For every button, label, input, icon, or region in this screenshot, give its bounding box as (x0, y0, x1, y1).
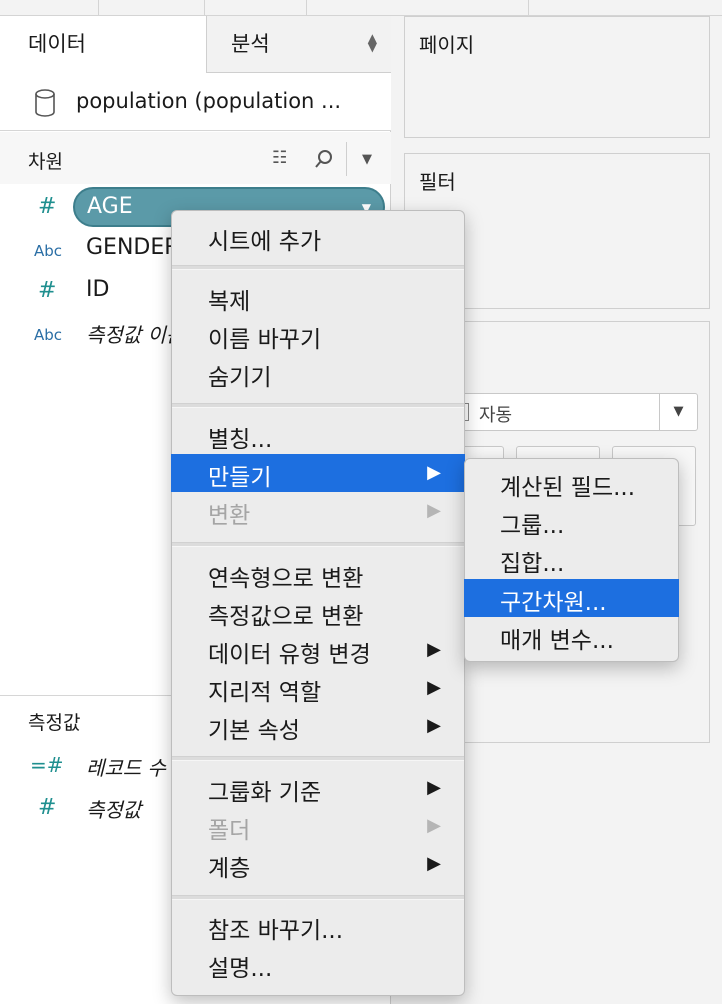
dimensions-title: 차원 (28, 151, 63, 173)
menu-item-group-by[interactable]: 그룹화 기준 ▶ (171, 769, 465, 807)
submenu-item-calculated-field[interactable]: 계산된 필드... (464, 464, 679, 502)
menu-item-replace-references[interactable]: 참조 바꾸기... (171, 907, 465, 945)
submenu-item-group[interactable]: 그룹... (464, 502, 679, 540)
menu-item-convert-measure[interactable]: 측정값으로 변환 (171, 593, 465, 631)
field-name: 레코드 수 (86, 756, 166, 780)
menu-item-label: 참조 바꾸기... (208, 918, 344, 944)
menu-item-label: 숨기기 (208, 365, 272, 391)
datasource-row[interactable]: population (population ... (0, 73, 391, 131)
menu-separator (172, 265, 464, 270)
menu-item-geographic-role[interactable]: 지리적 역할 ▶ (171, 669, 465, 707)
string-type-icon: Abc (34, 242, 63, 260)
tab-data[interactable]: 데이터 (0, 16, 206, 73)
menu-item-label: 연속형으로 변환 (208, 566, 364, 592)
menu-item-label: 데이터 유형 변경 (208, 642, 371, 668)
menu-item-label: 이름 바꾸기 (208, 327, 322, 353)
pages-shelf[interactable]: 페이지 (404, 16, 710, 138)
updown-arrows-icon[interactable]: ▲ ▼ (368, 32, 377, 53)
menu-item-create[interactable]: 만들기 ▶ (171, 454, 465, 492)
menu-separator (172, 403, 464, 408)
menu-item-hierarchy[interactable]: 계층 ▶ (171, 845, 465, 883)
toolbar-divider (98, 0, 99, 16)
menu-item-label: 기본 속성 (208, 718, 300, 744)
datasource-name: population (population ... (76, 89, 342, 113)
list-view-icon[interactable]: ☷ (272, 148, 287, 168)
menu-item-label: 복제 (208, 289, 251, 315)
menu-item-aliases[interactable]: 별칭... (171, 416, 465, 454)
menu-item-label: 설명... (208, 956, 273, 982)
menu-item-default-properties[interactable]: 기본 속성 ▶ (171, 707, 465, 745)
menu-item-duplicate[interactable]: 복제 (171, 278, 465, 316)
submenu-arrow-icon: ▶ (427, 853, 441, 874)
menu-item-change-data-type[interactable]: 데이터 유형 변경 ▶ (171, 631, 465, 669)
toolbar-divider (306, 0, 307, 16)
field-name: 측정값 (86, 798, 142, 822)
submenu-arrow-icon: ▶ (427, 462, 441, 483)
menu-separator (172, 756, 464, 761)
submenu-arrow-icon: ▶ (427, 500, 441, 521)
submenu-item-label: 매개 변수... (500, 628, 614, 654)
field-name: GENDER (86, 235, 180, 260)
submenu-arrow-icon: ▶ (427, 639, 441, 660)
menu-item-transform: 변환 ▶ (171, 492, 465, 530)
tab-analysis[interactable]: 분석 ▲ ▼ (206, 16, 391, 73)
database-icon (35, 89, 55, 117)
menu-item-label: 변환 (208, 503, 251, 529)
tab-data-label: 데이터 (28, 32, 86, 56)
menu-item-label: 측정값으로 변환 (208, 604, 364, 630)
submenu-arrow-icon: ▶ (427, 815, 441, 836)
header-divider (346, 142, 347, 176)
calc-number-type-icon: =# (30, 753, 64, 777)
search-icon[interactable] (314, 149, 334, 169)
submenu-item-set[interactable]: 집합... (464, 540, 679, 578)
submenu-arrow-icon: ▶ (427, 677, 441, 698)
field-name: 측정값 이름 (86, 323, 185, 347)
submenu-item-label: 그룹... (500, 513, 565, 539)
menu-item-label: 지리적 역할 (208, 680, 322, 706)
menu-item-rename[interactable]: 이름 바꾸기 (171, 316, 465, 354)
menu-separator (172, 542, 464, 547)
menu-item-label: 시트에 추가 (208, 229, 322, 255)
filters-title: 필터 (419, 170, 456, 194)
string-type-icon: Abc (34, 326, 63, 344)
chevron-down-icon[interactable]: ▼ (659, 394, 697, 430)
menu-item-convert-continuous[interactable]: 연속형으로 변환 (171, 555, 465, 593)
menu-item-label: 그룹화 기준 (208, 780, 322, 806)
submenu-item-parameter[interactable]: 매개 변수... (464, 617, 679, 655)
menu-item-folder: 폴더 ▶ (171, 807, 465, 845)
submenu-item-label: 구간차원... (500, 590, 607, 616)
submenu-arrow-icon: ▶ (427, 777, 441, 798)
number-type-icon: # (38, 795, 57, 820)
menu-item-label: 만들기 (208, 465, 272, 491)
toolbar-divider (204, 0, 205, 16)
chevron-down-icon[interactable]: ▼ (362, 152, 372, 167)
field-name: AGE (87, 194, 133, 219)
number-type-icon: # (38, 278, 57, 303)
submenu-item-label: 집합... (500, 551, 565, 577)
menu-item-label: 별칭... (208, 427, 273, 453)
mark-type-dropdown[interactable]: 자동 ▼ (440, 393, 698, 431)
menu-item-add-to-sheet[interactable]: 시트에 추가 (171, 218, 465, 256)
submenu-item-bins[interactable]: 구간차원... (464, 579, 679, 617)
pages-title: 페이지 (419, 33, 475, 57)
toolbar-divider (528, 0, 529, 16)
measures-title: 측정값 (28, 712, 81, 734)
menu-separator (172, 895, 464, 900)
menu-item-label: 계층 (208, 856, 251, 882)
top-toolbar-strip (0, 0, 722, 16)
submenu-item-label: 계산된 필드... (500, 475, 636, 501)
mark-type-value: 자동 (479, 405, 513, 426)
dimensions-header: 차원 ☷ ▼ (0, 132, 391, 184)
menu-item-hide[interactable]: 숨기기 (171, 354, 465, 392)
field-name: ID (86, 277, 110, 302)
menu-item-describe[interactable]: 설명... (171, 945, 465, 983)
submenu-arrow-icon: ▶ (427, 715, 441, 736)
menu-item-label: 폴더 (208, 818, 251, 844)
tab-analysis-label: 분석 (231, 32, 270, 56)
number-type-icon: # (38, 194, 57, 219)
